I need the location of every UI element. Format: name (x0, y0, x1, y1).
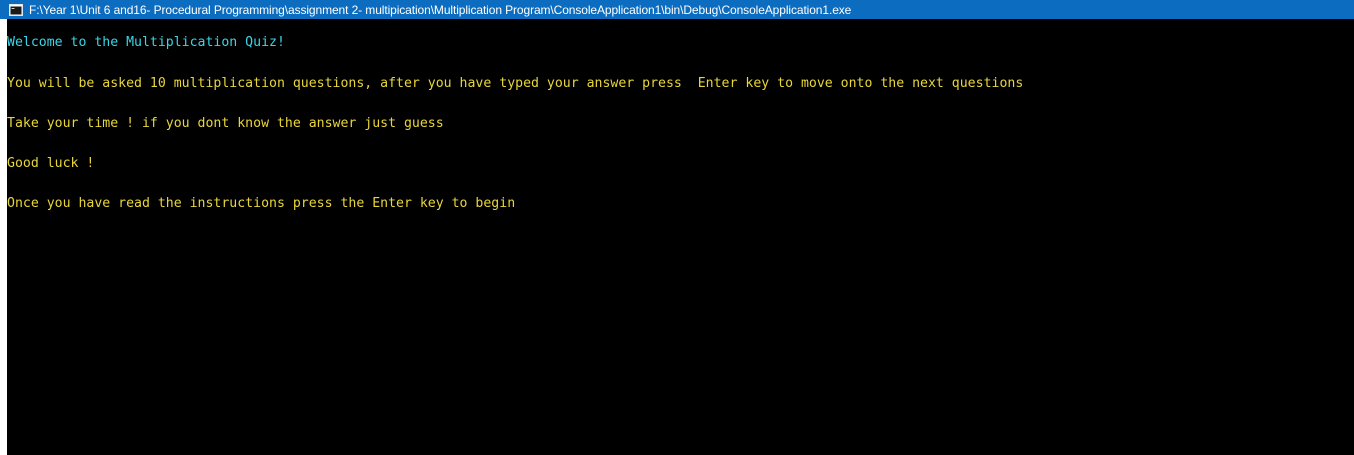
console-output-area[interactable]: Welcome to the Multiplication Quiz! You … (7, 19, 1354, 455)
console-line-take-your-time: Take your time ! if you dont know the an… (7, 116, 444, 131)
console-window: F:\Year 1\Unit 6 and16- Procedural Progr… (0, 0, 1354, 455)
window-title: F:\Year 1\Unit 6 and16- Procedural Progr… (29, 2, 852, 17)
console-line-press-enter: Once you have read the instructions pres… (7, 196, 516, 211)
console-line-instructions: You will be asked 10 multiplication ques… (7, 76, 1024, 91)
console-line-welcome: Welcome to the Multiplication Quiz! (7, 35, 285, 50)
console-window-icon[interactable] (9, 3, 23, 16)
console-line-good-luck: Good luck ! (7, 156, 95, 171)
title-bar[interactable]: F:\Year 1\Unit 6 and16- Procedural Progr… (0, 0, 1354, 19)
